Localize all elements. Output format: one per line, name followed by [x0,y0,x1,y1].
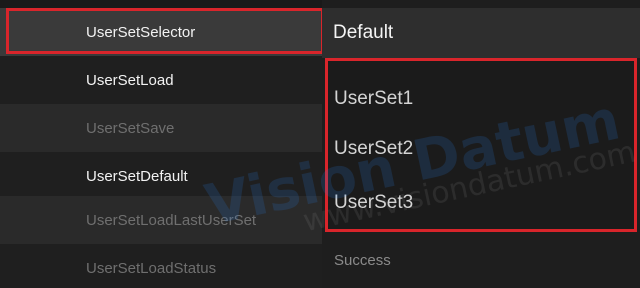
option-user-set-3[interactable]: UserSet3 [334,183,413,223]
user-set-selector-dropdown[interactable]: Default [322,8,640,58]
selected-value: Default [333,22,394,43]
property-label: UserSetDefault [86,167,188,185]
property-row-user-set-load-last-user-set: UserSetLoadLastUserSet [0,196,322,244]
property-row-user-set-default[interactable]: UserSetDefault [0,152,322,200]
property-label: UserSetLoadStatus [86,259,217,277]
load-status-value: Success [334,252,391,269]
user-set-options-list: UserSet1 UserSet2 UserSet3 [325,58,637,232]
property-row-user-set-load[interactable]: UserSetLoad [0,56,322,104]
property-row-user-set-save: UserSetSave [0,104,322,152]
property-label: UserSetLoadLastUserSet [86,211,257,229]
property-label: UserSetSave [86,119,175,137]
camera-properties-panel: UserSetSelector UserSetLoad UserSetSave … [0,0,640,288]
option-user-set-1[interactable]: UserSet1 [334,79,413,119]
property-row-user-set-load-status: UserSetLoadStatus [0,244,322,288]
selector-highlight-outline [6,8,324,54]
property-label: UserSetLoad [86,71,174,89]
option-user-set-2[interactable]: UserSet2 [334,129,413,169]
